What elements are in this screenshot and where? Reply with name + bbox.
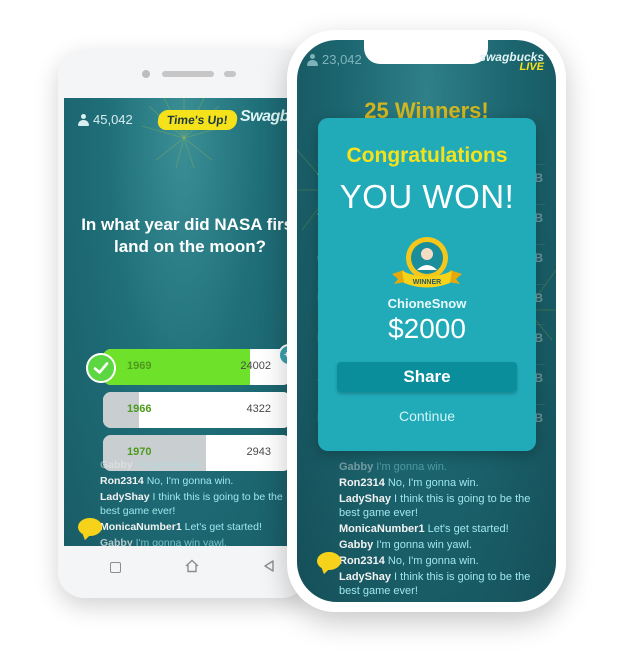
question-text: In what year did NASA first land on the … bbox=[81, 215, 299, 256]
chat-text: No, I'm gonna win. bbox=[387, 477, 479, 489]
answer-count: 2943 bbox=[246, 446, 271, 458]
chat-message: MonicaNumber1 Let's get started! bbox=[100, 520, 296, 534]
viewer-count-value: 23,042 bbox=[322, 52, 362, 67]
answer-option-1966[interactable]: 1966 4322 bbox=[103, 392, 291, 428]
chat-username: Ron2314 bbox=[339, 555, 385, 567]
front-camera bbox=[142, 70, 150, 78]
chat-message: Gabby I'm gonna win yawl. bbox=[100, 536, 296, 546]
badge-label: WINNER bbox=[413, 279, 441, 286]
chat-text: I'm gonna win yawl. bbox=[376, 539, 472, 551]
chat-message: Gabby I'm gonna win yawl. bbox=[339, 538, 548, 552]
winner-badge-icon: WINNER bbox=[392, 237, 462, 288]
answer-label: 1966 bbox=[127, 403, 152, 415]
chat-text: Let's get started! bbox=[427, 523, 509, 535]
winner-name: ChioneSnow bbox=[387, 296, 467, 311]
back-icon[interactable] bbox=[262, 559, 276, 573]
chat-text: No, I'm gonna win. bbox=[387, 555, 479, 567]
share-button[interactable]: Share bbox=[337, 362, 517, 392]
chat-text: I'm gonna win. bbox=[376, 461, 447, 473]
android-phone: 45,042 Time's Up! Swagb In what year did… bbox=[58, 50, 308, 598]
chat-username: MonicaNumber1 bbox=[339, 523, 425, 535]
answer-count: 4322 bbox=[246, 403, 271, 415]
viewer-count: 23,042 bbox=[307, 52, 362, 67]
promo-stage: 45,042 Time's Up! Swagb In what year did… bbox=[0, 0, 618, 660]
prize-amount: $2000 bbox=[388, 313, 466, 344]
chat-username: Gabby bbox=[100, 537, 133, 546]
chat-feed: Gabby I'm gonna win. Ron2314 No, I'm gon… bbox=[297, 460, 556, 600]
winner-modal: Congratulations YOU WON! WINNER ChioneSn… bbox=[318, 118, 536, 451]
chat-text: I'm gonna win yawl. bbox=[135, 537, 227, 546]
answer-option-1969[interactable]: 1969 24002 bbox=[103, 349, 291, 385]
android-nav-bar bbox=[64, 546, 302, 592]
chat-text: I'm gonna win. bbox=[135, 459, 203, 471]
iphone: 23,042 swagbucks LIVE 25 Winners! TiB Ti… bbox=[287, 30, 566, 612]
chat-username: Gabby bbox=[339, 461, 374, 473]
chat-username: LadyShay bbox=[100, 491, 150, 503]
chat-bubble-icon[interactable] bbox=[317, 552, 341, 570]
chat-message: Ron2314 No, I'm gonna win. bbox=[100, 474, 296, 488]
chat-username: LadyShay bbox=[339, 571, 391, 583]
chat-username: Gabby bbox=[100, 459, 133, 471]
brand-logo: Swagb bbox=[240, 108, 290, 125]
chat-feed: Gabby I'm gonna win. Ron2314 No, I'm gon… bbox=[64, 458, 302, 546]
chat-message: Gabby I'm gonna win. bbox=[339, 460, 548, 474]
chat-bubble-icon[interactable] bbox=[78, 518, 102, 536]
user-icon bbox=[78, 113, 89, 126]
chat-username: Ron2314 bbox=[100, 475, 144, 487]
home-icon[interactable] bbox=[184, 558, 200, 574]
congratulations-heading: Congratulations bbox=[346, 144, 508, 167]
chat-text: Let's get started! bbox=[184, 521, 262, 533]
correct-check-icon bbox=[86, 353, 116, 383]
answer-count: 24002 bbox=[240, 360, 271, 372]
answer-label: 1969 bbox=[127, 360, 152, 372]
chat-username: MonicaNumber1 bbox=[100, 521, 182, 533]
chat-text: No, I'm gonna win. bbox=[146, 475, 234, 487]
chat-message: Ron2314 No, I'm gonna win. bbox=[339, 554, 548, 568]
chat-message: LadyShay I think this is going to be the… bbox=[100, 490, 296, 518]
chat-username: LadyShay bbox=[339, 493, 391, 505]
chat-message: LadyShay I think this is going to be the… bbox=[339, 492, 548, 520]
answer-progress-fill bbox=[103, 349, 250, 385]
you-won-heading: YOU WON! bbox=[339, 178, 515, 215]
chat-username: Ron2314 bbox=[339, 477, 385, 489]
viewer-count: 45,042 bbox=[78, 112, 133, 127]
answer-label: 1970 bbox=[127, 446, 152, 458]
brand-logo: swagbucks LIVE bbox=[479, 51, 544, 73]
iphone-game-screen: 23,042 swagbucks LIVE 25 Winners! TiB Ti… bbox=[297, 40, 556, 602]
chat-message: LadyShay I think this is going to be the… bbox=[339, 570, 548, 598]
chat-username: Gabby bbox=[339, 539, 374, 551]
chat-message: Gabby I'm gonna win. bbox=[100, 458, 296, 472]
earpiece-speaker bbox=[162, 71, 214, 77]
user-icon bbox=[307, 53, 318, 66]
android-game-screen: 45,042 Time's Up! Swagb In what year did… bbox=[64, 98, 302, 546]
continue-link[interactable]: Continue bbox=[318, 408, 536, 424]
viewer-count-value: 45,042 bbox=[93, 112, 133, 127]
iphone-notch bbox=[364, 40, 488, 64]
times-up-badge: Time's Up! bbox=[156, 110, 238, 130]
chat-message: Ron2314 No, I'm gonna win. bbox=[339, 476, 548, 490]
chat-message: MonicaNumber1 Let's get started! bbox=[339, 522, 548, 536]
recent-apps-icon[interactable] bbox=[110, 562, 121, 573]
proximity-sensor bbox=[224, 71, 236, 77]
